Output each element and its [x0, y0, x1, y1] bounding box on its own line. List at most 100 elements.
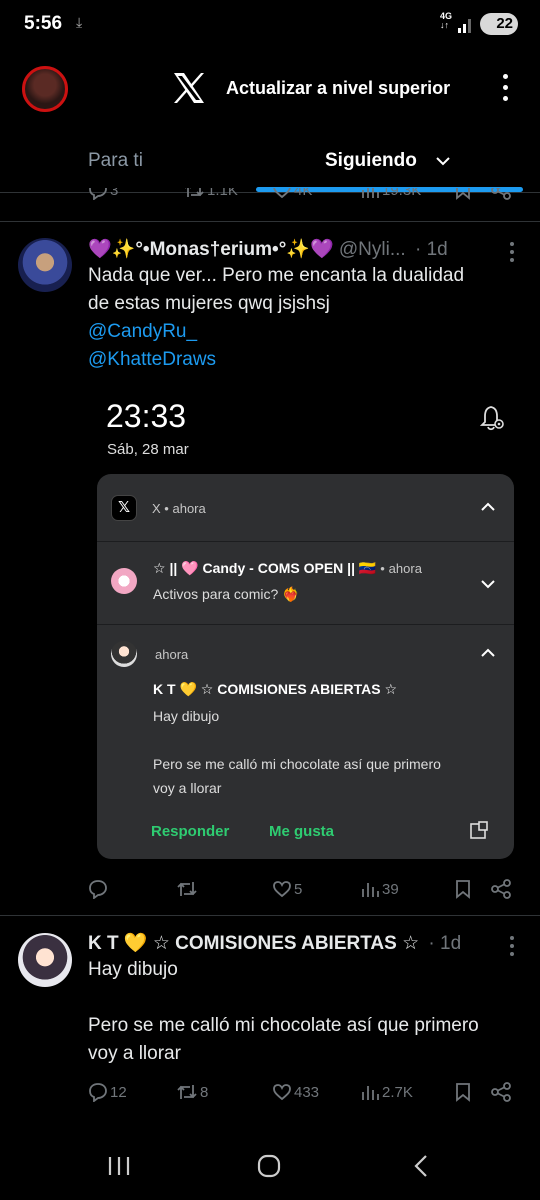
embed-app-label: X • ahora	[152, 501, 206, 516]
divider	[0, 221, 540, 222]
share-icon[interactable]	[490, 188, 512, 200]
views-count: 2.7K	[382, 1083, 413, 1101]
embed-lock-time: 23:33	[106, 398, 187, 434]
tweet1-text: Nada que ver... Pero me encanta la duali…	[88, 262, 528, 374]
embed-notification-kt: ahora K T 💛 ☆ COMISIONES ABIERTAS ☆ Hay …	[97, 625, 514, 859]
bookmark-icon[interactable]	[454, 1082, 472, 1102]
tab-siguiendo[interactable]: Siguiendo	[325, 150, 417, 172]
tweet1-actions: 5 39	[88, 879, 528, 903]
embed-candy-when: ahora	[388, 561, 422, 576]
repost-icon	[185, 188, 204, 197]
chevron-up-icon	[481, 502, 495, 511]
repost-count: 1.1K	[207, 188, 238, 199]
embed-notification-panel: 𝕏 X • ahora ☆ || 🩷 Candy - COMS OPEN || …	[97, 474, 514, 859]
views-icon	[362, 883, 379, 897]
network-indicator: 4G ↓↑	[440, 11, 453, 30]
system-nav-bar	[0, 1120, 540, 1200]
embed-kt-when: ahora	[155, 647, 189, 662]
more-options-icon[interactable]	[503, 74, 508, 107]
reply-icon	[89, 1083, 107, 1102]
tweet1-text-line2: de estas mujeres qwq jsjshsj	[88, 293, 330, 314]
embed-lock-date: Sáb, 28 mar	[107, 441, 189, 458]
recent-apps-icon[interactable]	[106, 1155, 132, 1177]
upgrade-link[interactable]: Actualizar a nivel superior	[226, 78, 450, 99]
repost-action[interactable]: 1.1K	[183, 188, 238, 200]
embed-candy-header: ☆ || 🩷 Candy - COMS OPEN || 🇻🇪 • ahora	[153, 560, 422, 577]
tweet1-text-line1: Nada que ver... Pero me encanta la duali…	[88, 265, 465, 286]
home-icon[interactable]	[256, 1154, 282, 1178]
share-icon[interactable]	[490, 879, 512, 899]
like-action[interactable]: 433	[272, 1082, 319, 1102]
embed-candy-text: Activos para comic? ❤️‍🔥	[153, 586, 300, 602]
bookmark-icon[interactable]	[454, 188, 472, 200]
share-icon[interactable]	[490, 1082, 512, 1102]
tweet1-mention-khatte[interactable]: @KhatteDraws	[88, 346, 528, 374]
back-icon[interactable]	[412, 1154, 430, 1178]
embed-like-action: Me gusta	[269, 823, 335, 840]
embed-app-sep: •	[164, 501, 169, 516]
status-time: 5:56	[24, 13, 63, 34]
like-action[interactable]: 5	[272, 879, 302, 899]
tweet1-sep: ·	[414, 239, 422, 260]
views-action[interactable]: 19.3K	[360, 188, 421, 200]
embed-kt-avatar	[111, 641, 137, 667]
tweet2-time: 1d	[440, 933, 462, 954]
heart-icon	[273, 188, 291, 199]
reply-action[interactable]	[88, 879, 110, 899]
embed-notification-candy: ☆ || 🩷 Candy - COMS OPEN || 🇻🇪 • ahora A…	[97, 542, 514, 624]
embed-kt-line2: Pero se me calló mi chocolate así que pr…	[153, 756, 441, 772]
views-action[interactable]: 2.7K	[360, 1082, 413, 1102]
views-action[interactable]: 39	[360, 879, 399, 899]
bell-settings-icon	[480, 406, 504, 431]
embed-candy-title: ☆ || 🩷 Candy - COMS OPEN || 🇻🇪	[153, 560, 377, 576]
tweet1-avatar[interactable]	[18, 238, 72, 292]
chevron-down-icon	[481, 580, 495, 589]
battery-level: 22	[496, 15, 513, 32]
views-count: 19.3K	[382, 188, 422, 199]
heart-icon	[273, 1084, 291, 1101]
tweet1-author-name[interactable]: 💜✨°•Monas†erium•°✨💜	[88, 239, 334, 260]
embed-kt-line1: Hay dibujo	[153, 708, 220, 724]
profile-avatar[interactable]	[22, 66, 68, 112]
x-logo-icon	[174, 73, 204, 103]
open-app-icon	[470, 821, 488, 839]
tweet2-text-line3: voy a llorar	[88, 1043, 181, 1064]
embed-kt-line3: voy a llorar	[153, 780, 222, 796]
embed-app-when: ahora	[172, 501, 206, 516]
embed-app-row: 𝕏 X • ahora	[97, 474, 514, 541]
reply-action[interactable]: 3	[88, 188, 118, 200]
tab-para-ti[interactable]: Para ti	[88, 150, 143, 172]
chevron-up-icon	[481, 648, 495, 657]
download-icon: ⤓	[76, 14, 83, 30]
like-action[interactable]: 4K	[272, 188, 312, 200]
reply-action[interactable]: 12	[88, 1082, 127, 1102]
reply-count: 3	[110, 188, 119, 199]
bookmark-icon[interactable]	[454, 879, 472, 899]
battery-indicator: 22	[480, 13, 518, 35]
tweet2-text-line1: Hay dibujo	[88, 959, 178, 980]
views-icon	[362, 188, 379, 198]
tweet2-avatar[interactable]	[18, 933, 72, 987]
reply-count: 12	[110, 1083, 127, 1101]
signal-icon	[458, 19, 471, 33]
embed-reply-action: Responder	[151, 823, 230, 840]
tweet2-text: Hay dibujo Pero se me calló mi chocolate…	[88, 956, 528, 1068]
embed-app-name: X	[152, 501, 161, 516]
tweet1-time: 1d	[426, 239, 448, 260]
tweet1-handle[interactable]: @Nyli...	[339, 239, 406, 260]
tweet1-mention-candy[interactable]: @CandyRu_	[88, 318, 528, 346]
tweet2-author-name[interactable]: K T 💛 ☆ COMISIONES ABIERTAS ☆	[88, 933, 419, 954]
like-count: 4K	[294, 188, 313, 199]
repost-count: 8	[200, 1083, 209, 1101]
x-app-icon: 𝕏	[111, 495, 137, 521]
repost-action[interactable]	[176, 879, 200, 899]
tweet2-actions: 12 8 433 2.7K	[88, 1082, 528, 1106]
network-type: 4G	[440, 11, 453, 21]
reply-icon	[89, 188, 107, 200]
repost-action[interactable]: 8	[176, 1082, 208, 1102]
chevron-down-icon[interactable]	[434, 152, 452, 170]
reply-icon	[89, 880, 107, 899]
tweet1-header: 💜✨°•Monas†erium•°✨💜 @Nyli... · 1d	[88, 237, 448, 261]
repost-icon	[177, 1085, 197, 1099]
like-count: 433	[294, 1083, 320, 1101]
